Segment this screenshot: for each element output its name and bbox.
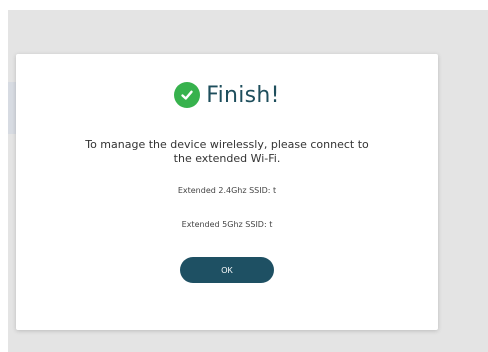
ssid-5ghz-text: Extended 5Ghz SSID: t xyxy=(181,220,273,229)
finish-dialog: Finish! To manage the device wirelessly,… xyxy=(16,54,438,330)
ssid-24ghz-text: Extended 2.4Ghz SSID: t xyxy=(177,186,277,195)
dialog-title: Finish! xyxy=(206,82,280,108)
ok-button[interactable]: OK xyxy=(180,257,274,283)
dialog-message: To manage the device wirelessly, please … xyxy=(85,138,369,165)
dialog-header: Finish! xyxy=(16,82,438,108)
check-circle-icon xyxy=(174,82,201,108)
